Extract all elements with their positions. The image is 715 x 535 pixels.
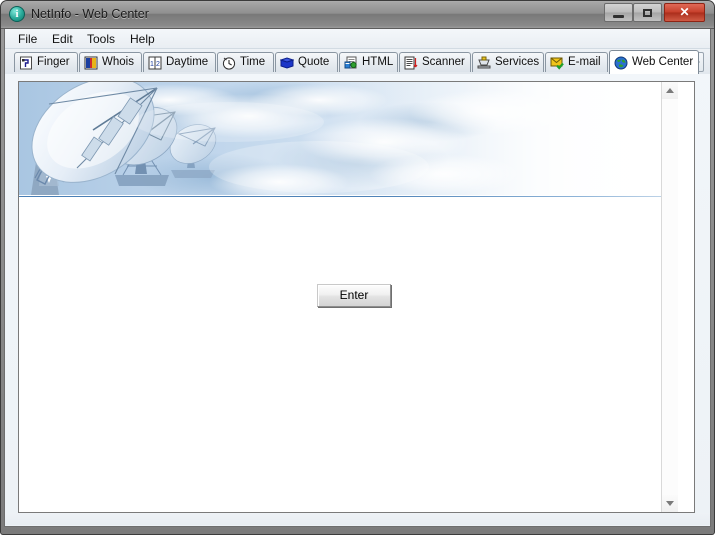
client-area: File Edit Tools Help Finger Whois 1 2 Da… (4, 29, 711, 527)
tab-label: Web Center (632, 56, 694, 68)
scanner-icon (404, 56, 418, 70)
clock-icon (222, 56, 236, 70)
enter-button[interactable]: Enter (317, 284, 391, 307)
title-bar[interactable]: i NetInfo - Web Center ✕ (0, 0, 715, 29)
tab-label: Services (495, 56, 540, 68)
tab-label: Scanner (422, 56, 465, 68)
tab-strip: Finger Whois 1 2 Daytime Time Quote HTML… (5, 49, 710, 74)
web-content-pane: Enter (18, 81, 695, 513)
minimize-icon (613, 15, 624, 18)
minimize-button[interactable] (604, 3, 633, 22)
close-icon: ✕ (679, 5, 690, 19)
menu-item-tools[interactable]: Tools (82, 31, 120, 47)
tab-label: Quote (298, 56, 330, 68)
maximize-button[interactable] (633, 3, 662, 22)
tab-label: E-mail (568, 56, 601, 68)
web-page-body: Enter (19, 82, 678, 512)
vertical-scrollbar[interactable] (661, 82, 678, 512)
finger-icon (19, 56, 33, 70)
tab-label: Whois (102, 56, 134, 68)
tab-whois[interactable]: Whois (79, 52, 142, 72)
satellite-dish-array-sky-banner (19, 82, 678, 195)
close-button[interactable]: ✕ (664, 3, 705, 22)
menu-item-edit[interactable]: Edit (47, 31, 78, 47)
banner-image (19, 82, 678, 195)
menu-item-file[interactable]: File (13, 31, 42, 47)
tab-finger[interactable]: Finger (14, 52, 78, 72)
menu-item-help[interactable]: Help (125, 31, 160, 47)
menu-bar: File Edit Tools Help (5, 29, 710, 49)
svg-text:2: 2 (156, 61, 160, 68)
tab-label: HTML (362, 56, 394, 68)
svg-text:1: 1 (150, 61, 154, 68)
tab-label: Finger (37, 56, 70, 68)
tab-scanner[interactable]: Scanner (399, 52, 471, 72)
banner-divider (19, 196, 678, 197)
tab-daytime[interactable]: 1 2 Daytime (143, 52, 216, 72)
tab-time[interactable]: Time (217, 52, 274, 72)
maximize-icon (643, 9, 652, 17)
daytime-icon: 1 2 (148, 56, 162, 70)
tab-label: Daytime (166, 56, 209, 68)
tab-quote[interactable]: Quote (275, 52, 338, 72)
tab-html[interactable]: HTML (339, 52, 398, 72)
application-window: i NetInfo - Web Center ✕ File Edit Tools… (0, 0, 715, 535)
tab-email[interactable]: E-mail (545, 52, 608, 72)
status-strip (5, 513, 710, 525)
scroll-up-icon[interactable] (662, 82, 678, 99)
book-icon (279, 56, 295, 70)
globe-icon (614, 56, 628, 70)
tab-web-center[interactable]: Web Center (609, 50, 699, 74)
info-circle-icon: i (9, 6, 25, 22)
tab-label: Time (240, 56, 266, 68)
whois-icon (84, 56, 98, 70)
window-title: NetInfo - Web Center (31, 7, 149, 21)
html-icon (344, 56, 358, 70)
window-inner: File Edit Tools Help Finger Whois 1 2 Da… (5, 29, 710, 525)
tab-services[interactable]: Services (472, 52, 544, 72)
scrollbar-track[interactable] (662, 99, 678, 495)
scroll-down-icon[interactable] (662, 495, 678, 512)
email-icon (550, 56, 564, 70)
services-icon (477, 56, 491, 70)
